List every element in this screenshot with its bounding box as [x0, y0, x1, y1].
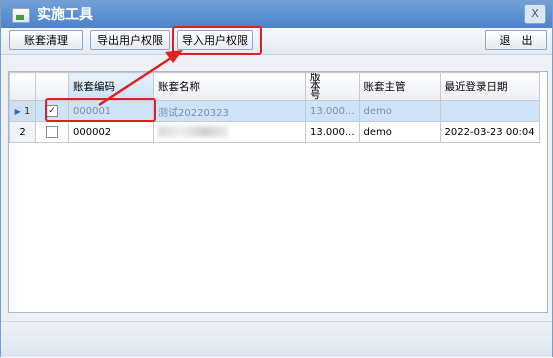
export-permissions-button[interactable]: 导出用户权限 — [90, 30, 170, 50]
window-title: 实施工具 — [37, 7, 93, 23]
header-manager[interactable]: 账套主管 — [358, 72, 441, 101]
header-check — [35, 72, 69, 101]
clean-accounts-button[interactable]: 账套清理 — [9, 30, 83, 50]
title-bar: 实施工具 X — [1, 1, 552, 28]
row-checkbox-cell[interactable] — [35, 121, 69, 143]
app-icon — [12, 8, 30, 23]
account-code-cell: 000002 — [68, 121, 154, 143]
header-row-number — [9, 72, 36, 101]
import-button-highlight — [172, 26, 262, 55]
row-number: 2 — [9, 121, 36, 143]
last-login-cell: 2022-03-23 00:04 — [439, 121, 540, 143]
table-row[interactable]: 2 000002 13.000... demo 2022-03-23 00:04 — [9, 121, 540, 143]
row-number: ▶ 1 — [9, 100, 36, 122]
redacted-name — [158, 126, 228, 138]
selected-row-highlight — [45, 98, 156, 122]
manager-cell: demo — [358, 100, 441, 122]
header-account-name[interactable]: 账套名称 — [153, 72, 306, 101]
toolbar: 账套清理 导出用户权限 导入用户权限 退 出 — [1, 28, 552, 55]
version-cell: 13.000... — [305, 100, 360, 122]
version-cell: 13.000... — [305, 121, 360, 143]
account-name-cell — [153, 121, 306, 143]
header-last-login[interactable]: 最近登录日期 — [439, 72, 540, 101]
account-name-cell: 测试20220323 — [153, 100, 306, 122]
close-button[interactable]: X — [524, 4, 546, 24]
last-login-cell — [439, 100, 540, 122]
manager-cell: demo — [358, 121, 441, 143]
header-version[interactable]: 版本号 — [305, 72, 360, 101]
row-checkbox[interactable] — [46, 126, 58, 138]
app-window: 实施工具 X 账套清理 导出用户权限 导入用户权限 退 出 账套编码 账套名称 … — [0, 0, 553, 357]
status-footer — [1, 321, 552, 357]
header-account-code[interactable]: 账套编码 — [68, 72, 154, 101]
exit-button[interactable]: 退 出 — [485, 30, 547, 50]
